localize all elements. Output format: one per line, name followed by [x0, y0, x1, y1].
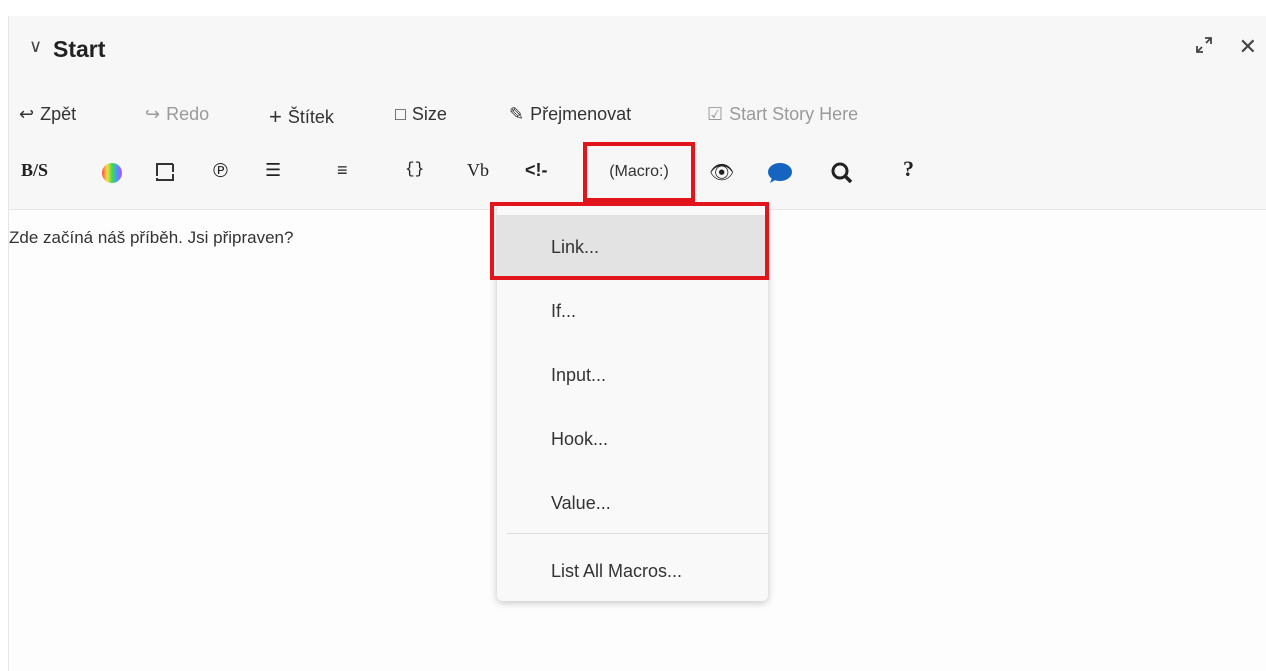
start-story-label: Start Story Here — [729, 104, 859, 124]
dialog-title-bar: ∨ Start ✕ — [9, 16, 1266, 86]
size-label: Size — [411, 104, 447, 124]
chevron-down-icon[interactable]: ∨ — [29, 36, 42, 57]
comment-button[interactable]: <!- — [525, 160, 548, 181]
menu-item-value[interactable]: Value... — [497, 471, 768, 535]
redo-label: Redo — [166, 104, 210, 124]
eye-icon[interactable]: 👁 — [709, 160, 734, 185]
maximize-icon[interactable] — [1195, 36, 1213, 54]
size-icon: □ — [395, 104, 406, 124]
border-icon[interactable] — [155, 162, 175, 182]
rename-label: Přejmenovat — [530, 104, 632, 124]
help-button[interactable]: ? — [903, 156, 914, 182]
menu-item-label: List All Macros... — [551, 561, 683, 581]
macro-dropdown-menu: Link... If... Input... Hook... Value... … — [497, 205, 768, 601]
rename-icon: ✎ — [509, 104, 525, 124]
tag-label: Štítek — [287, 106, 334, 127]
bold-strike-button[interactable]: B/S — [21, 160, 48, 181]
passage-text-editor[interactable]: Zde začíná náš příběh. Jsi připraven? — [9, 228, 293, 248]
vb-button[interactable]: Vb — [467, 160, 489, 181]
menu-item-hook[interactable]: Hook... — [497, 407, 768, 471]
passage-toolbar: ↩ Zpět ↪ Redo + Štítek □ Size ✎ Přejmeno… — [9, 86, 1266, 142]
menu-item-label: Hook... — [551, 429, 609, 449]
undo-icon: ↩ — [19, 104, 35, 124]
undo-label: Zpět — [40, 104, 77, 124]
comment-bubble-icon[interactable] — [767, 162, 793, 184]
undo-button[interactable]: ↩ Zpět — [19, 104, 76, 125]
dialog-title: Start — [53, 36, 106, 62]
align-icon[interactable]: ≡ — [337, 160, 348, 181]
list-icon[interactable]: ☰ — [265, 160, 281, 181]
add-tag-button[interactable]: + Štítek — [269, 104, 334, 130]
redo-icon: ↪ — [145, 104, 161, 124]
menu-divider — [507, 533, 768, 534]
start-story-here-button[interactable]: ☑ Start Story Here — [707, 104, 858, 125]
menu-item-label: Input... — [551, 365, 607, 385]
color-icon[interactable] — [101, 162, 123, 184]
redo-button[interactable]: ↪ Redo — [145, 104, 209, 125]
size-button[interactable]: □ Size — [395, 104, 447, 125]
menu-item-list-all-macros[interactable]: List All Macros... — [497, 539, 768, 603]
braces-button[interactable]: {} — [405, 160, 424, 178]
menu-item-if[interactable]: If... — [497, 279, 768, 343]
close-icon[interactable]: ✕ — [1239, 34, 1257, 60]
menu-item-label: If... — [551, 301, 577, 321]
special-chars-icon[interactable]: ℗ — [213, 160, 228, 183]
macro-label: (Macro:) — [609, 163, 669, 180]
macro-button[interactable]: (Macro:) — [583, 142, 695, 202]
harlowe-toolbar: B/S ℗ ☰ ≡ {} Vb <!- (Macro:) 👁 ? — [9, 142, 1266, 210]
checkbox-icon: ☑ — [707, 104, 724, 124]
menu-item-label: Value... — [551, 493, 611, 513]
rename-button[interactable]: ✎ Přejmenovat — [509, 104, 631, 125]
menu-item-input[interactable]: Input... — [497, 343, 768, 407]
plus-icon: + — [269, 104, 282, 129]
menu-item-label: Link... — [551, 237, 600, 257]
search-icon[interactable] — [831, 162, 853, 184]
menu-item-link[interactable]: Link... — [497, 215, 768, 279]
